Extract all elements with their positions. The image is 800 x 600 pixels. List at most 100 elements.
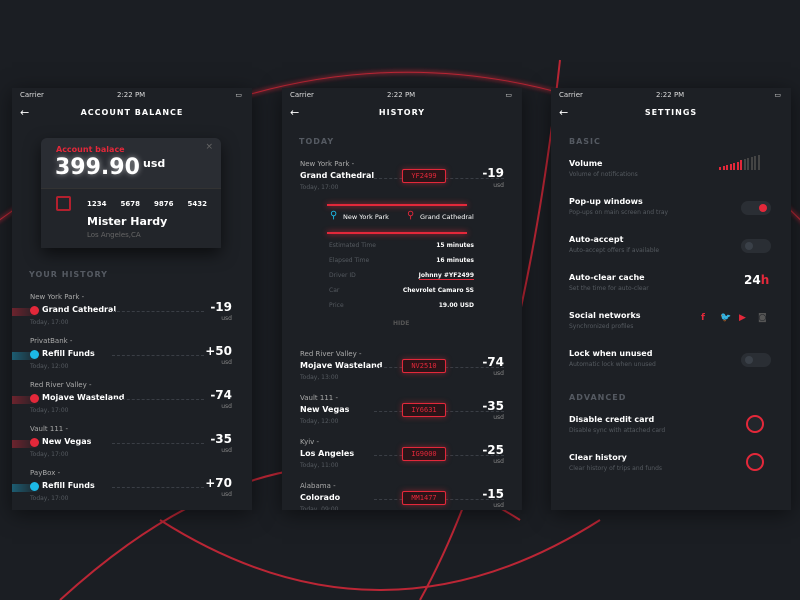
destination-pin-icon: ⚲: [407, 210, 415, 221]
volume-bar: [729, 163, 732, 170]
row-time: Today, 17:00: [30, 495, 69, 502]
history-row[interactable]: Vault 111 - New Vegas Today, 17:00 -35 usd: [12, 425, 252, 465]
license-plate: IG9000: [402, 447, 446, 461]
row-amount: +50: [205, 344, 232, 358]
row-from: PrivatBank -: [30, 337, 73, 345]
volume-bar: [754, 156, 756, 170]
account-balance-screen: Carrier 2:22 PM ▭ ← ACCOUNT BALANCE Acco…: [12, 88, 252, 510]
volume-bar: [747, 158, 749, 170]
twitter-icon[interactable]: 🐦: [720, 313, 731, 323]
hide-button[interactable]: HIDE: [393, 320, 409, 327]
history-row[interactable]: PrivatBank - Refill Funds Today, 12:00 +50 u…: [12, 337, 252, 377]
action-button[interactable]: [746, 415, 764, 433]
setting-advanced[interactable]: Disable credit card Disable sync with att…: [551, 415, 791, 449]
status-dot: [30, 482, 39, 491]
carrier: Carrier: [290, 91, 314, 99]
row-from: Vault 111 -: [300, 394, 338, 402]
divider: [112, 311, 204, 312]
balance-card: Account balace × 399.90 usd 1234 5678 9876…: [41, 138, 221, 248]
history-row[interactable]: Red River Valley - Mojave Wasteland Today,…: [282, 350, 522, 390]
detail-label: Estimated Time: [329, 242, 376, 249]
section-basic: BASIC: [569, 137, 601, 146]
instagram-icon[interactable]: ◙: [758, 313, 767, 323]
row-from: Vault 111 -: [30, 425, 68, 433]
card-number-group: 5432: [187, 200, 207, 208]
close-icon[interactable]: ×: [205, 142, 213, 152]
setting-desc: Volume of notifications: [569, 171, 638, 178]
action-button[interactable]: [746, 453, 764, 471]
setting-auto-accept[interactable]: Auto-accept Auto-accept offers if availab…: [551, 235, 791, 269]
license-plate: NV2510: [402, 359, 446, 373]
volume-bar: [726, 164, 728, 170]
section-advanced: ADVANCED: [569, 393, 627, 402]
value-unit: h: [760, 273, 770, 287]
balance-label: Account balace: [56, 145, 125, 154]
row-to: Los Angeles: [300, 449, 355, 458]
trip-amount: -19: [482, 166, 504, 180]
setting-volume[interactable]: Volume Volume of notifications: [551, 154, 791, 193]
volume-bar: [733, 162, 735, 170]
setting-pop-up-windows[interactable]: Pop-up windows Pop-ups on main screen and…: [551, 197, 791, 231]
row-from: Kyiv -: [300, 438, 320, 446]
toggle-switch[interactable]: [741, 353, 771, 367]
card-number-group: 9876: [153, 200, 174, 208]
trip-currency: usd: [493, 182, 504, 189]
setting-desc: Disable sync with attached card: [569, 427, 666, 434]
row-to: Mojave Wasteland: [300, 361, 383, 370]
origin-pin-icon: ⚲: [330, 210, 338, 221]
setting-desc: Set the time for auto-clear: [569, 285, 649, 292]
row-currency: usd: [493, 370, 504, 377]
setting-auto-clear-cache[interactable]: Auto-clear cache Set the time for auto-cl…: [551, 273, 791, 307]
history-row[interactable]: New York Park - Grand Cathedral Today, 17:…: [12, 293, 252, 333]
detail-value: 16 minutes: [436, 257, 474, 264]
trip-from: New York Park -: [300, 160, 355, 168]
detail-label: Price: [329, 302, 344, 309]
history-row[interactable]: PayBox - Refill Funds Today, 17:00 +70 usd: [12, 469, 252, 509]
detail-value: 15 minutes: [436, 242, 474, 249]
toggle-knob: [759, 204, 767, 212]
detail-value: 19.00 USD: [438, 302, 474, 309]
youtube-icon[interactable]: ▶: [739, 313, 746, 323]
carrier: Carrier: [559, 91, 583, 99]
history-row[interactable]: Alabama - Colorado Today, 09:00 MM1477 -15 us…: [282, 482, 522, 510]
expanded-trip[interactable]: New York Park - Grand Cathedral Today, 1…: [282, 158, 522, 328]
row-time: Today, 09:00: [300, 506, 339, 510]
volume-bar: [743, 159, 746, 170]
section-title: YOUR HISTORY: [29, 270, 108, 279]
history-row[interactable]: Kyiv - Los Angeles Today, 11:00 IG9000 -25 us…: [282, 438, 522, 478]
page-title: HISTORY: [378, 108, 426, 117]
row-currency: usd: [493, 502, 504, 509]
status-dot: [30, 350, 39, 359]
row-amount: -74: [482, 355, 504, 369]
row-amount: -15: [482, 487, 504, 501]
volume-bar: [757, 154, 760, 170]
status-dot: [30, 306, 39, 315]
row-currency: usd: [493, 414, 504, 421]
row-amount: +70: [205, 476, 232, 490]
status-dot: [30, 438, 39, 447]
chip-icon: [56, 196, 71, 211]
row-time: Today, 17:00: [30, 319, 69, 326]
history-row[interactable]: Red River Valley - Mojave Wasteland Today,…: [12, 381, 252, 421]
divider: [112, 443, 204, 444]
setting-lock-when-unused[interactable]: Lock when unused Automatic lock when unus…: [551, 349, 791, 383]
auto-clear-value[interactable]: 24h: [744, 273, 769, 287]
setting-title: Disable credit card: [569, 415, 655, 424]
toggle-switch[interactable]: [741, 201, 771, 215]
volume-bar: [736, 161, 739, 170]
setting-advanced[interactable]: Clear history Clear history of trips and …: [551, 453, 791, 487]
detail-label: Elapsed Time: [329, 257, 370, 264]
row-to: Colorado: [300, 493, 341, 502]
facebook-icon[interactable]: f: [701, 313, 705, 323]
section-title: TODAY: [299, 137, 335, 146]
row-time: Today, 17:00: [30, 407, 69, 414]
divider: [112, 355, 204, 356]
page-title: ACCOUNT BALANCE: [80, 108, 184, 117]
setting-title: Lock when unused: [569, 349, 653, 358]
history-screen: Carrier 2:22 PM ▭ ← HISTORY TODAY New Yo…: [282, 88, 522, 510]
toggle-switch[interactable]: [741, 239, 771, 253]
volume-slider[interactable]: [719, 154, 760, 170]
history-row[interactable]: Vault 111 - New Vegas Today, 12:00 IY6631 -3…: [282, 394, 522, 434]
setting-title: Auto-clear cache: [569, 273, 645, 282]
status-dot: [30, 394, 39, 403]
